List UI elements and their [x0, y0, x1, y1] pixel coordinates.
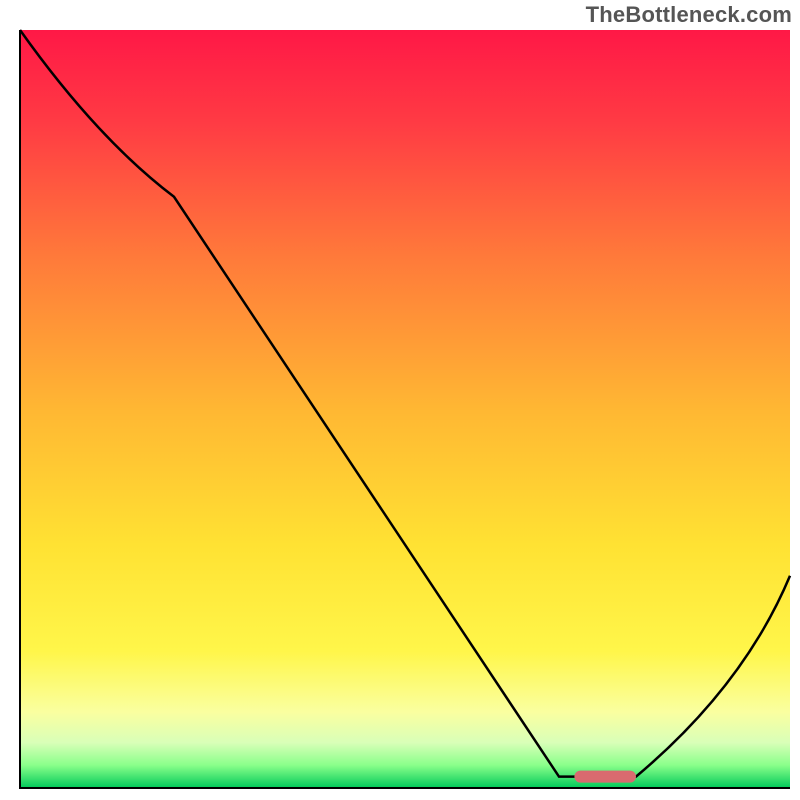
- gradient-background: [20, 30, 790, 788]
- watermark-text: TheBottleneck.com: [586, 2, 792, 28]
- optimal-marker: [574, 771, 636, 783]
- chart-svg: [0, 0, 800, 800]
- bottleneck-chart: TheBottleneck.com: [0, 0, 800, 800]
